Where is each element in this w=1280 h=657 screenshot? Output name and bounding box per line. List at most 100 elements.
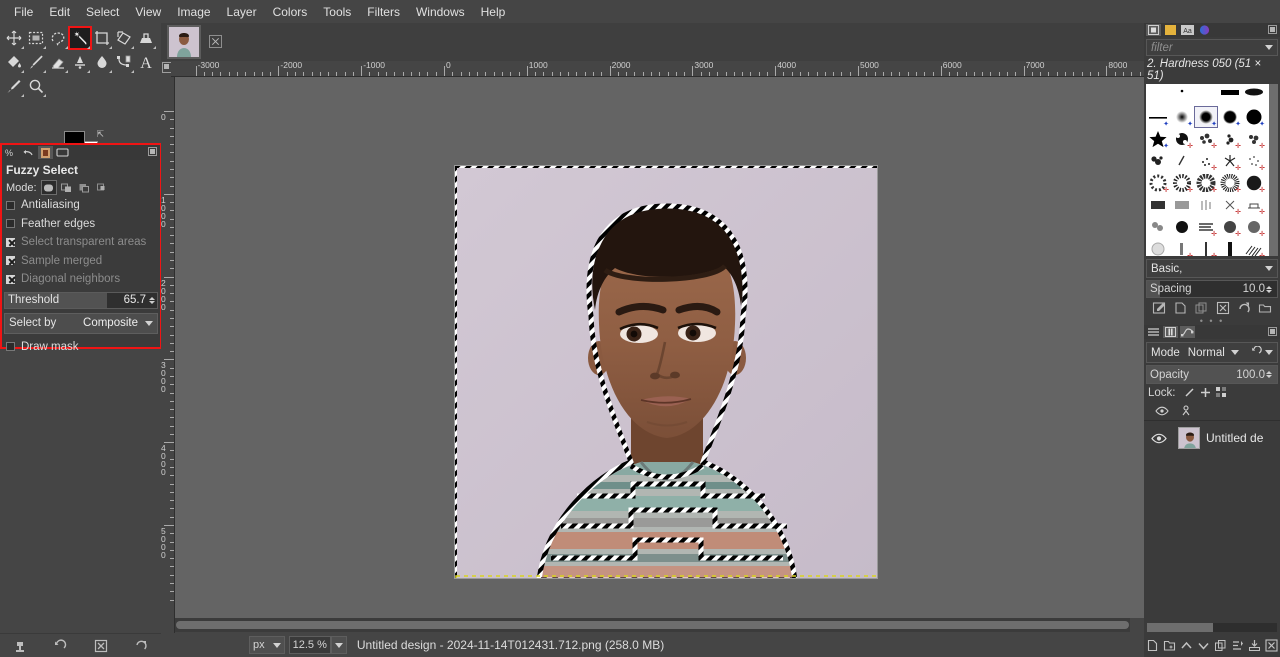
brush-filter-input[interactable]: filter <box>1146 39 1278 56</box>
select-transparent-areas-checkbox[interactable] <box>6 237 15 247</box>
chevron-down-icon[interactable] <box>1265 350 1273 355</box>
brush-cell[interactable]: ✛ <box>1218 128 1242 150</box>
threshold-slider[interactable]: Threshold 65.7 <box>4 291 158 309</box>
zoom-tool[interactable] <box>25 75 47 97</box>
new-layer-group-icon[interactable] <box>1162 637 1178 653</box>
brush-cell[interactable] <box>1194 84 1218 106</box>
brush-cell[interactable]: ✛ <box>1170 128 1194 150</box>
spacing-stepper[interactable] <box>1265 285 1272 293</box>
brush-cell-selected[interactable]: ✦ <box>1194 106 1218 128</box>
brush-grid[interactable]: ✦ ✦ ✦ ✦ ✦ ✦ ✛ ✛ ✛ ✛ ✛ ✛ ✛ ✛ ✛ ✛ ✛ ✛ ✛ ✛ … <box>1146 84 1278 256</box>
open-brush-folder-icon[interactable] <box>1257 300 1273 316</box>
dock-resize-handle[interactable]: • • • <box>1144 317 1280 326</box>
mode-subtract-button[interactable] <box>77 180 93 195</box>
anchor-layer-icon[interactable] <box>1230 637 1246 653</box>
channels-tab[interactable] <box>1163 326 1178 338</box>
diagonal-neighbors-checkbox[interactable] <box>6 274 15 284</box>
canvas-viewport[interactable] <box>175 77 1144 618</box>
layer-visibility-toggle[interactable] <box>1148 433 1170 444</box>
feather-edges-row[interactable]: Feather edges <box>2 215 160 234</box>
chevron-down-icon[interactable] <box>1265 45 1273 50</box>
bucket-fill-tool[interactable] <box>3 51 25 73</box>
menu-select[interactable]: Select <box>78 2 127 22</box>
lock-alpha-icon[interactable] <box>1214 385 1230 401</box>
brush-cell[interactable]: ✛ <box>1218 216 1242 238</box>
brush-cell[interactable]: ✛ <box>1218 172 1242 194</box>
transform-tool[interactable] <box>113 27 135 49</box>
threshold-value[interactable]: 65.7 <box>124 294 148 306</box>
layer-blend-space-icon[interactable] <box>1250 345 1262 360</box>
brush-cell[interactable]: ✛ <box>1170 172 1194 194</box>
horizontal-ruler[interactable]: -3000 -2000 -1000 0 1000 2000 3000 4000 5000 6000… <box>171 61 1144 77</box>
brush-cell[interactable] <box>1218 84 1242 106</box>
brush-cell[interactable] <box>1146 216 1170 238</box>
antialiasing-row[interactable]: Antialiasing <box>2 196 160 215</box>
undo-history-tab-icon[interactable] <box>21 146 36 159</box>
brush-cell[interactable]: ✛ <box>1242 172 1266 194</box>
menu-edit[interactable]: Edit <box>41 2 78 22</box>
color-picker-tool[interactable] <box>3 75 25 97</box>
dock-menu-button[interactable] <box>148 147 157 156</box>
paths-tool[interactable] <box>113 51 135 73</box>
duplicate-brush-icon[interactable] <box>1193 300 1209 316</box>
opacity-stepper[interactable] <box>1265 371 1272 378</box>
paths-tab[interactable] <box>1180 326 1195 338</box>
images-tab-icon[interactable] <box>55 146 70 159</box>
brush-cell[interactable]: ✛ <box>1242 150 1266 172</box>
menu-tools[interactable]: Tools <box>315 2 359 22</box>
threshold-stepper[interactable] <box>148 296 155 304</box>
refresh-brushes-icon[interactable] <box>1236 300 1252 316</box>
sample-merged-checkbox[interactable] <box>6 256 15 266</box>
merge-down-icon[interactable] <box>1247 637 1263 653</box>
brush-cell[interactable]: ✛ <box>1194 238 1218 256</box>
vertical-ruler[interactable]: 0 1000 2000 3000 4000 5000 <box>161 77 175 633</box>
brush-grid-scrollbar[interactable] <box>1269 84 1278 256</box>
mode-add-button[interactable] <box>59 180 75 195</box>
new-layer-icon[interactable] <box>1145 637 1161 653</box>
spacing-slider[interactable]: Spacing 10.0 <box>1146 280 1278 298</box>
antialiasing-checkbox[interactable] <box>6 200 15 210</box>
opacity-slider[interactable]: Opacity 100.0 <box>1146 365 1278 384</box>
brush-cell[interactable] <box>1146 84 1170 106</box>
reset-tool-options-icon[interactable] <box>133 638 149 654</box>
move-tool[interactable] <box>3 27 25 49</box>
brush-cell[interactable]: ✛ <box>1242 216 1266 238</box>
dock-menu-button[interactable] <box>1268 327 1277 336</box>
brush-cell[interactable] <box>1146 194 1170 216</box>
restore-tool-preset-icon[interactable] <box>52 638 68 654</box>
menu-layer[interactable]: Layer <box>219 2 265 22</box>
zoom-dropdown[interactable] <box>330 636 347 654</box>
brush-cell[interactable]: ✛ <box>1194 150 1218 172</box>
eraser-tool[interactable] <box>47 51 69 73</box>
duplicate-layer-icon[interactable] <box>1213 637 1229 653</box>
tool-options-tab-icon[interactable]: % <box>4 146 19 159</box>
brush-cell[interactable]: ✛ <box>1194 216 1218 238</box>
smudge-tool[interactable] <box>69 51 91 73</box>
menu-colors[interactable]: Colors <box>265 2 316 22</box>
layer-mode-dropdown[interactable]: Mode Normal <box>1146 342 1278 363</box>
close-tab-icon[interactable] <box>209 35 222 48</box>
brushes-tab[interactable] <box>1146 24 1161 36</box>
brush-cell[interactable] <box>1170 150 1194 172</box>
delete-brush-icon[interactable] <box>1215 300 1231 316</box>
menu-windows[interactable]: Windows <box>408 2 473 22</box>
brush-cell[interactable] <box>1242 84 1266 106</box>
lock-pixels-icon[interactable] <box>1182 385 1198 401</box>
new-brush-icon[interactable] <box>1172 300 1188 316</box>
save-tool-preset-icon[interactable] <box>12 638 28 654</box>
rectangle-select-tool[interactable] <box>25 27 47 49</box>
sample-merged-row[interactable]: Sample merged <box>2 252 160 271</box>
blur-tool[interactable] <box>91 51 113 73</box>
menu-file[interactable]: File <box>6 2 41 22</box>
crop-tool[interactable] <box>91 27 113 49</box>
mode-intersect-button[interactable] <box>95 180 111 195</box>
spacing-value[interactable]: 10.0 <box>1243 283 1265 295</box>
text-tool[interactable]: A <box>135 51 157 73</box>
brush-cell[interactable] <box>1170 194 1194 216</box>
layer-row[interactable]: Untitled de <box>1144 421 1280 455</box>
lower-layer-icon[interactable] <box>1196 637 1212 653</box>
device-status-tab-icon[interactable] <box>38 146 53 159</box>
horizontal-scroll-thumb[interactable] <box>176 621 1129 629</box>
swap-colors-icon[interactable]: ⇱ <box>96 129 104 140</box>
brush-cell[interactable]: ✛ <box>1218 150 1242 172</box>
